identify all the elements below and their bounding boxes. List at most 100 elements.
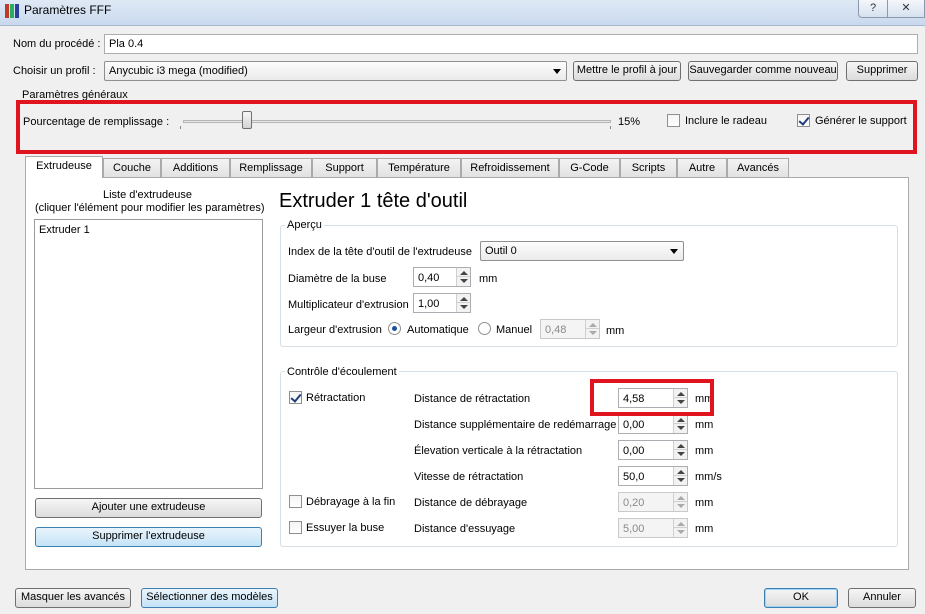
tool-index-value: Outil 0 — [485, 245, 517, 257]
tab-temperature[interactable]: Température — [377, 158, 461, 177]
save-new-profile-button[interactable]: Sauvegarder comme nouveau — [688, 61, 838, 81]
coast-distance-label: Distance de débrayage — [414, 497, 528, 509]
coast-label: Débrayage à la fin — [306, 496, 396, 508]
retraction-speed-label: Vitesse de rétractation — [414, 471, 524, 483]
retraction-checkbox[interactable] — [289, 391, 302, 404]
arrow-down-icon — [677, 504, 685, 508]
arrow-up-icon — [677, 444, 685, 448]
auto-width-label: Automatique — [407, 324, 469, 336]
extrusion-multiplier-label: Multiplicateur d'extrusion — [288, 299, 409, 311]
title-bar: Paramètres FFF ? ✕ — [0, 0, 925, 26]
wipe-label: Essuyer la buse — [306, 522, 385, 534]
coast-checkbox[interactable] — [289, 495, 302, 508]
restart-distance-spinbox[interactable]: 0,00 — [618, 414, 688, 434]
extruder-list-title: Liste d'extrudeuse — [103, 189, 192, 201]
spin-buttons[interactable] — [585, 320, 599, 338]
arrow-down-icon — [589, 331, 597, 335]
retraction-speed-spinbox[interactable]: 50,0 — [618, 466, 688, 486]
coast-distance-value: 0,20 — [623, 497, 645, 509]
overview-group-title: Aperçu — [285, 219, 324, 231]
manual-width-spinbox[interactable]: 0,48 — [540, 319, 600, 339]
restart-distance-label: Distance supplémentaire de redémarrage — [414, 419, 617, 431]
tab-avances[interactable]: Avancés — [727, 158, 789, 177]
arrow-up-icon — [677, 496, 685, 500]
spin-buttons[interactable] — [673, 415, 687, 433]
ok-button[interactable]: OK — [764, 588, 838, 608]
retraction-speed-unit: mm/s — [695, 471, 722, 483]
wipe-checkbox[interactable] — [289, 521, 302, 534]
highlight-box-general — [16, 100, 917, 154]
window-title: Paramètres FFF — [24, 3, 112, 17]
select-models-button[interactable]: Sélectionner des modèles — [141, 588, 278, 608]
z-lift-label: Élevation verticale à la rétractation — [414, 445, 583, 457]
extrusion-multiplier-spinbox[interactable]: 1,00 — [413, 293, 471, 313]
restart-distance-value: 0,00 — [623, 419, 645, 431]
nozzle-diameter-spinbox[interactable]: 0,40 — [413, 267, 471, 287]
extruder-list[interactable]: Extruder 1 — [34, 219, 263, 489]
tab-gcode[interactable]: G-Code — [559, 158, 620, 177]
spin-buttons[interactable] — [673, 519, 687, 537]
tab-autre[interactable]: Autre — [677, 158, 727, 177]
chevron-down-icon — [670, 249, 678, 254]
manual-width-radio[interactable] — [478, 322, 491, 335]
retraction-distance-label: Distance de rétractation — [414, 393, 531, 405]
tab-scripts[interactable]: Scripts — [620, 158, 677, 177]
wipe-distance-unit: mm — [695, 523, 714, 535]
delete-profile-button[interactable]: Supprimer — [846, 61, 918, 81]
wipe-distance-spinbox[interactable]: 5,00 — [618, 518, 688, 538]
spin-buttons[interactable] — [456, 294, 470, 312]
manual-width-value: 0,48 — [545, 324, 567, 336]
extrusion-width-label: Largeur d'extrusion — [288, 324, 382, 336]
z-lift-spinbox[interactable]: 0,00 — [618, 440, 688, 460]
spin-buttons[interactable] — [673, 441, 687, 459]
arrow-up-icon — [589, 323, 597, 327]
arrow-down-icon — [677, 530, 685, 534]
arrow-down-icon — [677, 478, 685, 482]
remove-extruder-button[interactable]: Supprimer l'extrudeuse — [35, 527, 262, 547]
nozzle-diameter-label: Diamètre de la buse — [288, 273, 387, 285]
spin-buttons[interactable] — [456, 268, 470, 286]
tool-index-select[interactable]: Outil 0 — [480, 241, 684, 261]
arrow-up-icon — [677, 418, 685, 422]
close-button[interactable]: ✕ — [888, 0, 925, 18]
tab-extrudeuse[interactable]: Extrudeuse — [25, 156, 103, 178]
profile-select-value: Anycubic i3 mega (modified) — [109, 65, 248, 77]
profile-select[interactable]: Anycubic i3 mega (modified) — [104, 61, 567, 81]
flow-control-group-title: Contrôle d'écoulement — [285, 366, 399, 378]
tool-index-label: Index de la tête d'outil de l'extrudeuse — [288, 246, 472, 258]
tab-remplissage[interactable]: Remplissage — [230, 158, 312, 177]
coast-distance-spinbox[interactable]: 0,20 — [618, 492, 688, 512]
arrow-down-icon — [460, 305, 468, 309]
cancel-button[interactable]: Annuler — [848, 588, 916, 608]
tab-additions[interactable]: Additions — [161, 158, 230, 177]
restart-distance-unit: mm — [695, 419, 714, 431]
arrow-down-icon — [677, 452, 685, 456]
tab-refroidissement[interactable]: Refroidissement — [461, 158, 559, 177]
arrow-up-icon — [460, 271, 468, 275]
extruder-list-subtitle: (cliquer l'élément pour modifier les par… — [35, 202, 265, 214]
spin-buttons[interactable] — [673, 467, 687, 485]
help-button[interactable]: ? — [858, 0, 888, 18]
list-item[interactable]: Extruder 1 — [39, 223, 90, 237]
manual-width-unit: mm — [606, 325, 625, 337]
extrusion-multiplier-value: 1,00 — [418, 298, 440, 310]
arrow-down-icon — [677, 426, 685, 430]
add-extruder-button[interactable]: Ajouter une extrudeuse — [35, 498, 262, 518]
highlight-box-retraction — [590, 379, 714, 416]
z-lift-value: 0,00 — [623, 445, 645, 457]
auto-width-radio[interactable] — [388, 322, 401, 335]
profile-label: Choisir un profil : — [13, 65, 96, 77]
arrow-up-icon — [677, 470, 685, 474]
tab-couche[interactable]: Couche — [103, 158, 161, 177]
hide-advanced-button[interactable]: Masquer les avancés — [15, 588, 131, 608]
tab-support[interactable]: Support — [312, 158, 377, 177]
arrow-down-icon — [460, 279, 468, 283]
process-name-input[interactable]: Pla 0.4 — [104, 34, 918, 54]
manual-width-label: Manuel — [496, 324, 533, 336]
z-lift-unit: mm — [695, 445, 714, 457]
update-profile-button[interactable]: Mettre le profil à jour — [573, 61, 681, 81]
spin-buttons[interactable] — [673, 493, 687, 511]
wipe-distance-label: Distance d'essuyage — [414, 523, 516, 535]
chevron-down-icon — [553, 69, 561, 74]
retraction-label: Rétractation — [306, 392, 366, 404]
